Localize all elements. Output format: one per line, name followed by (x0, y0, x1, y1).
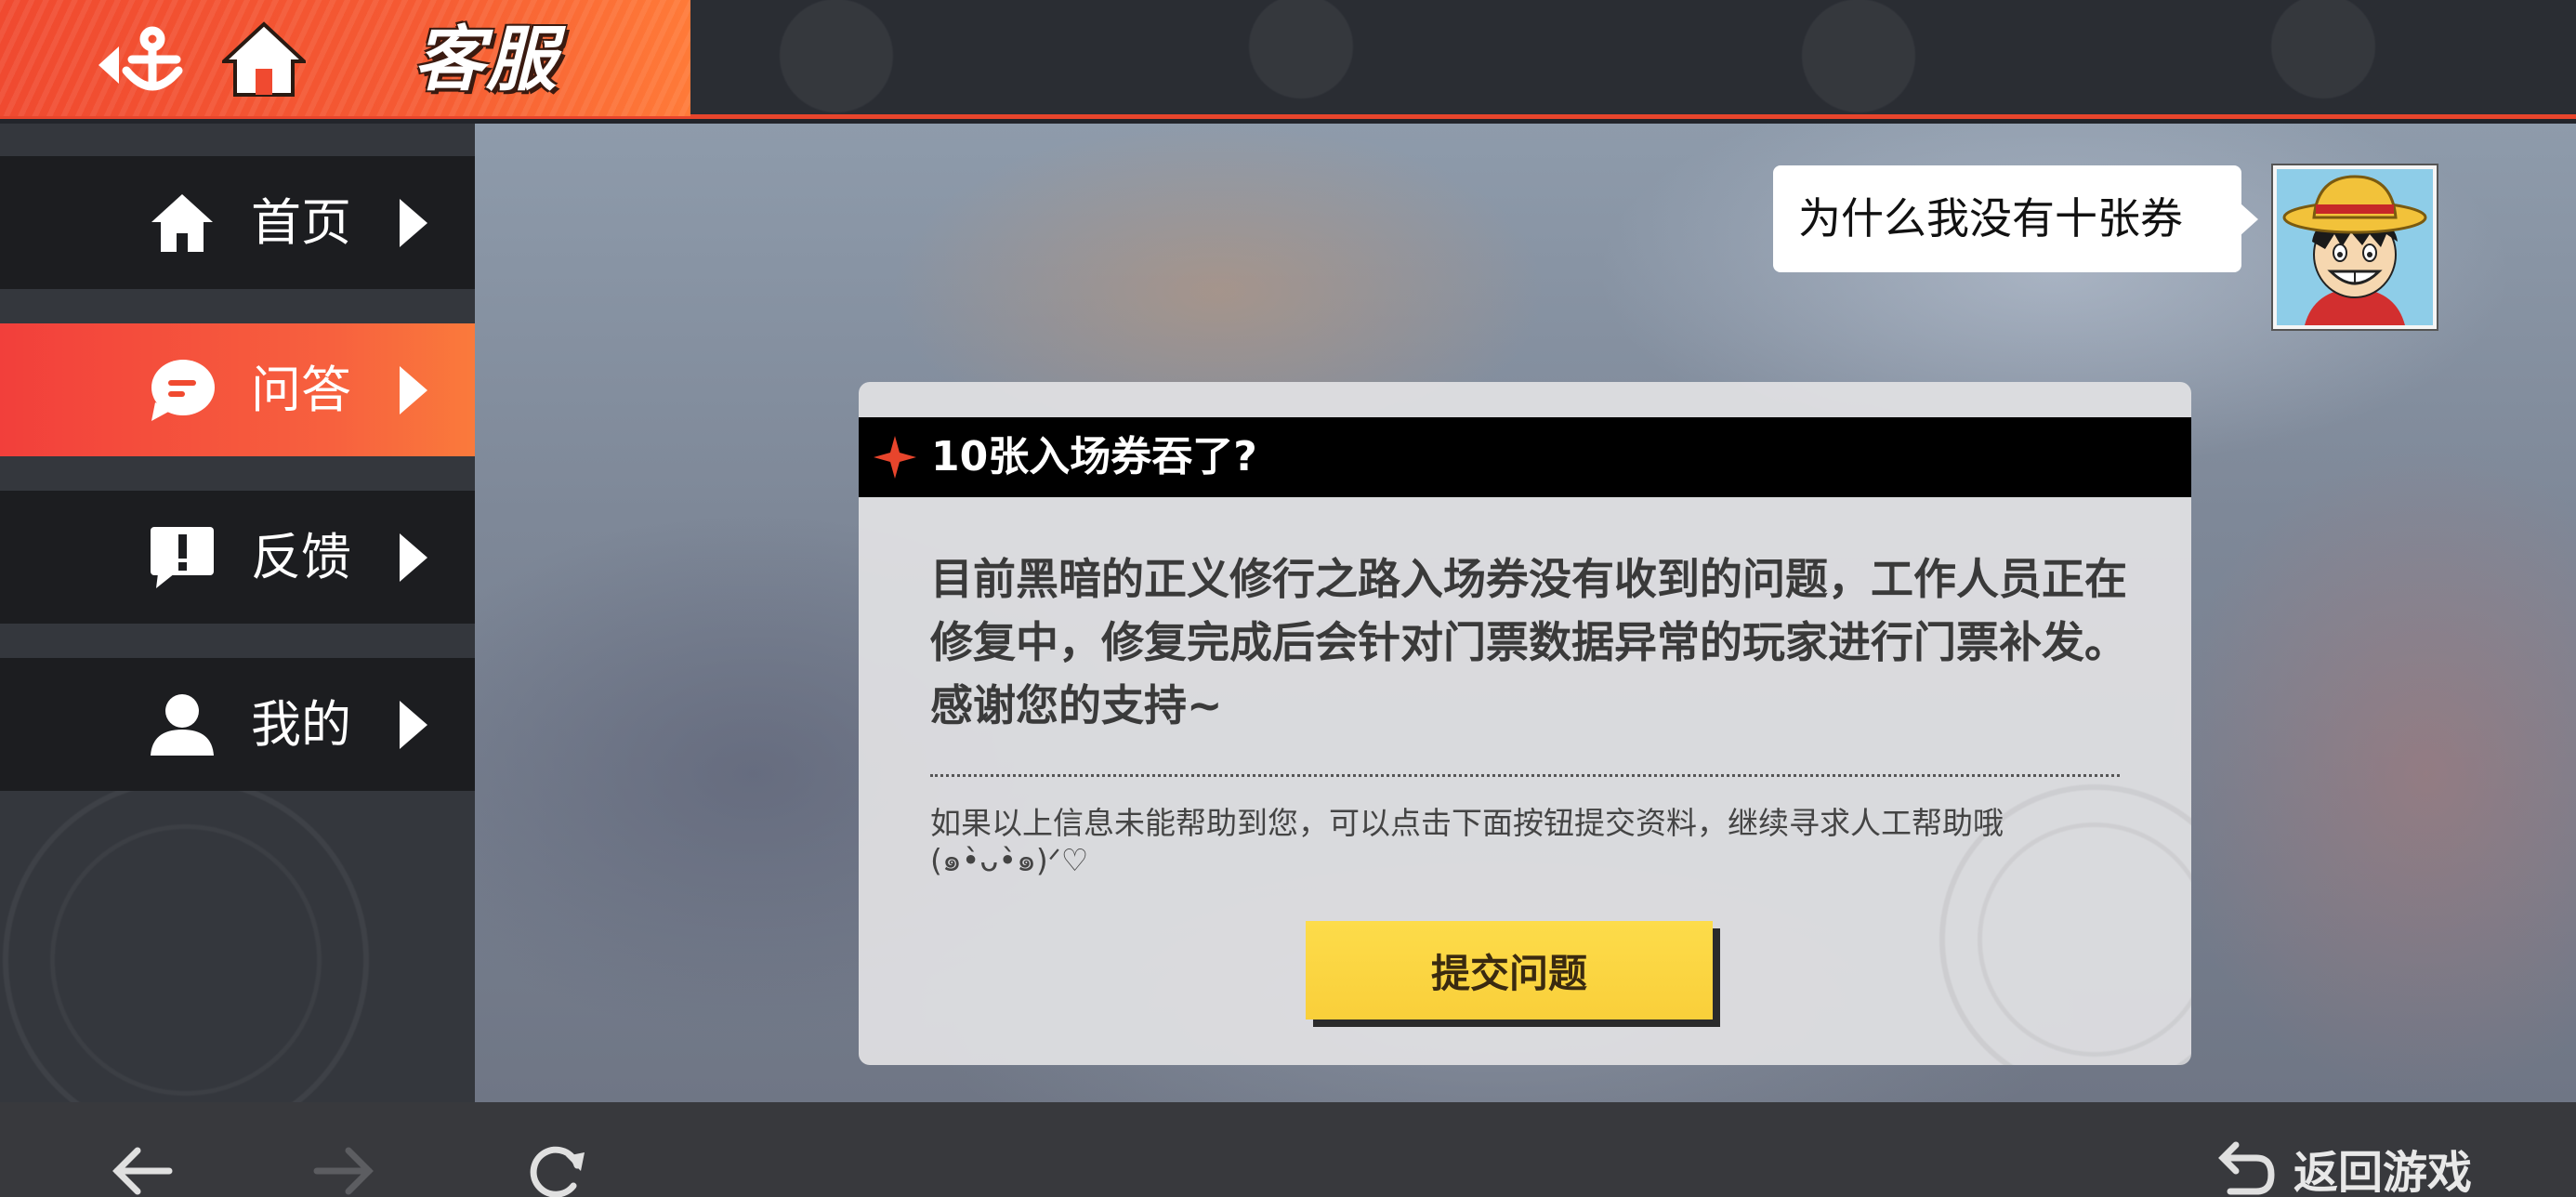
home-icon[interactable] (217, 13, 310, 106)
bottom-browser-bar: 返回游戏 (0, 1102, 2576, 1197)
chat-bubble-icon (147, 357, 217, 424)
chevron-right-icon (400, 366, 427, 414)
chevron-right-icon (400, 701, 427, 749)
question-bubble: 为什么我没有十张券 (1773, 165, 2258, 272)
answer-card: 10张入场券吞了? 目前黑暗的正义修行之路入场券没有收到的问题，工作人员正在修复… (859, 382, 2191, 1065)
forward-arrow-icon[interactable] (311, 1139, 376, 1197)
avatar (2271, 164, 2438, 331)
user-icon (147, 691, 217, 758)
sidebar: 首页 问答 反馈 我的 (0, 124, 475, 1102)
top-bar: 客服 (0, 0, 2576, 119)
help-hint-text: 如果以上信息未能帮助到您，可以点击下面按钮提交资料，继续寻求人工帮助哦(๑•̀ᴗ… (930, 805, 2004, 878)
answer-text: 目前黑暗的正义修行之路入场券没有收到的问题，工作人员正在修复中，修复完成后会针对… (930, 554, 2127, 730)
return-to-game-button[interactable]: 返回游戏 (2212, 1139, 2472, 1197)
divider (930, 774, 2120, 777)
sidebar-item-qa[interactable]: 问答 (0, 323, 475, 456)
sidebar-item-label: 我的 (251, 695, 351, 754)
return-arrow-icon (2218, 1141, 2275, 1195)
card-header: 10张入场券吞了? (859, 417, 2191, 497)
sidebar-item-mine[interactable]: 我的 (0, 658, 475, 791)
home-icon (147, 190, 217, 256)
sparkle-star-icon (874, 436, 916, 479)
reload-icon[interactable] (525, 1139, 590, 1197)
sidebar-item-label: 反馈 (251, 528, 351, 586)
sidebar-item-label: 问答 (251, 361, 351, 419)
chevron-right-icon (400, 533, 427, 582)
sidebar-item-label: 首页 (251, 193, 351, 252)
chevron-right-icon (400, 199, 427, 247)
return-to-game-label: 返回游戏 (2293, 1147, 2473, 1197)
sidebar-item-feedback[interactable]: 反馈 (0, 491, 475, 624)
title-block: 客服 (0, 0, 690, 116)
back-arrow-icon[interactable] (110, 1139, 175, 1197)
page-title: 客服 (414, 18, 559, 100)
sidebar-item-home[interactable]: 首页 (0, 156, 475, 289)
submit-question-button[interactable]: 提交问题 (1306, 921, 1713, 1019)
card-title: 10张入场券吞了? (931, 433, 1257, 480)
anchor-back-icon[interactable] (93, 13, 186, 106)
feedback-exclamation-icon (147, 524, 217, 591)
